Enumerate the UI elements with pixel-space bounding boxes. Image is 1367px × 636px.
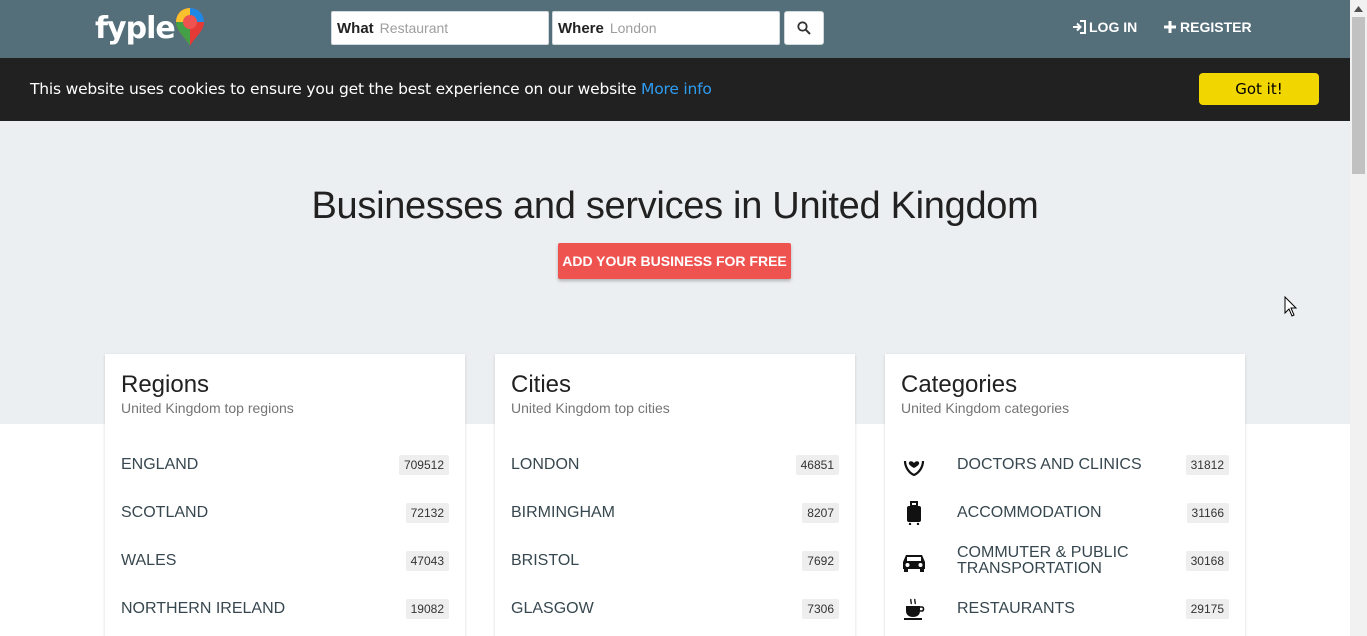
list-item[interactable]: ENGLAND 709512 — [121, 445, 449, 485]
list-item[interactable]: ACCOMMODATION 31166 — [901, 493, 1229, 533]
item-name: RESTAURANTS — [957, 600, 1075, 617]
count-badge: 709512 — [398, 455, 449, 475]
list-item[interactable]: NORTHERN IRELAND 19082 — [121, 589, 449, 629]
scrollbar-thumb[interactable] — [1352, 17, 1365, 174]
coffee-cup-icon — [901, 596, 927, 622]
logo-text: fyple — [95, 11, 176, 46]
site-header: fyple What Where LOG IN R — [0, 0, 1350, 58]
where-search-box[interactable]: Where — [552, 11, 780, 45]
scroll-up-arrow-icon[interactable] — [1350, 0, 1367, 17]
count-badge: 31812 — [1185, 455, 1229, 475]
cities-card: Cities United Kingdom top cities LONDON … — [495, 354, 855, 636]
register-label: REGISTER — [1180, 19, 1252, 35]
item-name: LONDON — [511, 456, 580, 473]
card-subtitle: United Kingdom top cities — [511, 400, 670, 416]
item-name: WALES — [121, 552, 177, 569]
map-pin-logo-icon — [175, 8, 204, 46]
count-badge: 8207 — [802, 503, 839, 523]
luggage-icon — [901, 500, 927, 526]
categories-card: Categories United Kingdom categories DOC… — [885, 354, 1245, 636]
search-icon — [797, 21, 811, 35]
card-title: Regions — [121, 371, 210, 398]
item-name: COMMUTER & PUBLIC TRANSPORTATION — [957, 544, 1129, 577]
login-link[interactable]: LOG IN — [1072, 19, 1137, 35]
list-item[interactable]: COMMUTER & PUBLIC TRANSPORTATION 30168 — [901, 541, 1229, 581]
item-name: BRISTOL — [511, 552, 580, 569]
count-badge: 46851 — [795, 455, 839, 475]
page-title: Businesses and services in United Kingdo… — [311, 185, 1039, 227]
list-item[interactable]: SCOTLAND 72132 — [121, 493, 449, 533]
list-item[interactable]: DOCTORS AND CLINICS 31812 — [901, 445, 1229, 485]
sign-in-icon — [1073, 20, 1086, 34]
item-name: NORTHERN IRELAND — [121, 600, 286, 617]
cookie-text: This website uses cookies to ensure you … — [30, 80, 637, 98]
what-label: What — [337, 19, 374, 37]
regions-card: Regions United Kingdom top regions ENGLA… — [105, 354, 465, 636]
plus-icon — [1164, 21, 1176, 33]
item-name: ENGLAND — [121, 456, 199, 473]
mouse-cursor-icon — [1284, 296, 1298, 317]
count-badge: 47043 — [405, 551, 449, 571]
list-item[interactable]: WALES 47043 — [121, 541, 449, 581]
list-item[interactable]: LONDON 46851 — [511, 445, 839, 485]
list-item[interactable]: BRISTOL 7692 — [511, 541, 839, 581]
where-input[interactable] — [609, 20, 760, 36]
got-it-button[interactable]: Got it! — [1199, 73, 1319, 105]
card-subtitle: United Kingdom categories — [901, 400, 1070, 416]
card-subtitle: United Kingdom top regions — [121, 400, 294, 416]
count-badge: 19082 — [405, 599, 449, 619]
card-title: Categories — [901, 371, 1018, 398]
car-icon — [901, 548, 927, 574]
count-badge: 72132 — [405, 503, 449, 523]
count-badge: 7306 — [802, 599, 839, 619]
count-badge: 7692 — [802, 551, 839, 571]
heart-hand-icon — [901, 452, 927, 478]
search-button[interactable] — [784, 11, 824, 45]
card-title: Cities — [511, 371, 572, 398]
login-label: LOG IN — [1089, 19, 1138, 35]
what-input[interactable] — [379, 20, 530, 36]
fyple-logo[interactable]: fyple — [95, 6, 207, 52]
cookie-banner: This website uses cookies to ensure you … — [0, 58, 1350, 121]
count-badge: 31166 — [1186, 503, 1229, 523]
count-badge: 30168 — [1185, 551, 1229, 571]
list-item[interactable]: BIRMINGHAM 8207 — [511, 493, 839, 533]
cookie-message: This website uses cookies to ensure you … — [30, 80, 712, 98]
count-badge: 29175 — [1185, 599, 1229, 619]
item-name: DOCTORS AND CLINICS — [957, 456, 1142, 473]
item-name: ACCOMMODATION — [957, 504, 1102, 521]
where-label: Where — [558, 19, 604, 37]
list-item[interactable]: GLASGOW 7306 — [511, 589, 839, 629]
more-info-link[interactable]: More info — [641, 80, 712, 98]
item-name: SCOTLAND — [121, 504, 209, 521]
item-name: GLASGOW — [511, 600, 594, 617]
what-search-box[interactable]: What — [331, 11, 549, 45]
add-business-button[interactable]: ADD YOUR BUSINESS FOR FREE — [558, 243, 791, 279]
register-link[interactable]: REGISTER — [1163, 19, 1252, 35]
item-name: BIRMINGHAM — [511, 504, 615, 521]
list-item[interactable]: RESTAURANTS 29175 — [901, 589, 1229, 629]
